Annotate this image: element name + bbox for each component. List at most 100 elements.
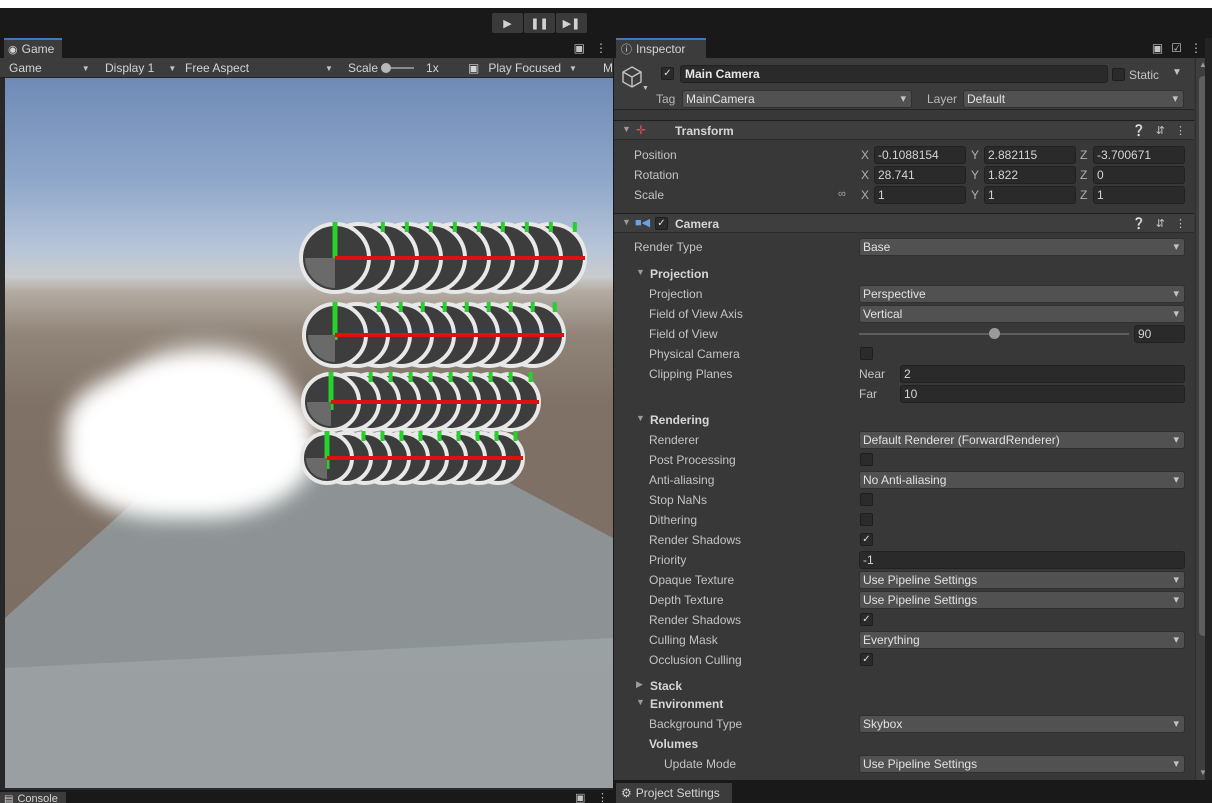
scale-value: 1x (426, 61, 439, 75)
scale-control[interactable]: Scale 1x (348, 58, 439, 78)
scale-x-field[interactable]: 1 (874, 186, 966, 204)
game-panel: ◉ Game ▣ ⋮ Game ▼ Display 1 ▼ Free Aspec… (0, 38, 613, 790)
fov-axis-dropdown[interactable]: Vertical (859, 305, 1185, 323)
tab-project-settings[interactable]: ⚙ Project Settings (616, 783, 732, 803)
presets-icon[interactable]: ⇵ (1156, 217, 1165, 230)
static-dropdown-icon[interactable]: ▼ (1172, 67, 1182, 78)
near-label: Near (859, 367, 886, 381)
top-edge (0, 0, 1212, 8)
rotation-y-field[interactable]: 1.822 (984, 166, 1076, 184)
view-select[interactable]: Game ▼ (9, 58, 90, 78)
projection-section[interactable]: ▼ Projection (614, 264, 1194, 284)
presets-icon[interactable]: ⇵ (1156, 124, 1165, 137)
position-y-field[interactable]: 2.882115 (984, 146, 1076, 164)
kebab-menu-icon[interactable]: ⋮ (597, 791, 608, 803)
static-checkbox[interactable] (1112, 68, 1125, 81)
camera-icon[interactable]: ▣ (574, 41, 585, 55)
render-shadows-checkbox-2[interactable]: ✓ (860, 613, 873, 626)
kebab-menu-icon[interactable]: ⋮ (1190, 41, 1202, 55)
chevron-down-icon[interactable]: ▼ (642, 85, 649, 92)
background-type-dropdown[interactable]: Skybox (859, 715, 1185, 733)
tag-dropdown[interactable]: MainCamera (682, 90, 912, 108)
kebab-menu-icon[interactable]: ⋮ (595, 41, 607, 55)
stack-section[interactable]: ▶ Stack (614, 676, 1194, 696)
fov-field[interactable]: 90 (1134, 325, 1185, 343)
opaque-texture-dropdown[interactable]: Use Pipeline Settings (859, 571, 1185, 589)
occlusion-culling-checkbox[interactable]: ✓ (860, 653, 873, 666)
scale-y-field[interactable]: 1 (984, 186, 1076, 204)
background-type-value: Skybox (863, 717, 903, 731)
kebab-menu-icon[interactable]: ⋮ (1175, 217, 1186, 230)
rendering-section[interactable]: ▼ Rendering (614, 410, 1194, 430)
game-viewport[interactable] (5, 78, 613, 788)
project-settings-tabbar: ⚙ Project Settings (614, 780, 1212, 803)
play-button[interactable]: ▶ (492, 13, 523, 33)
step-button[interactable]: ▶❚ (556, 13, 587, 33)
stop-nans-row: Stop NaNs (614, 490, 1194, 510)
render-shadows-label-2: Render Shadows (649, 613, 742, 627)
position-x-field[interactable]: -0.1088154 (874, 146, 966, 164)
physical-camera-checkbox[interactable] (860, 347, 873, 360)
tab-game[interactable]: ◉ Game (4, 38, 63, 58)
axis-x-label: X (861, 148, 870, 162)
rotation-y-value: 1.822 (988, 168, 1019, 182)
camera-icon[interactable]: ▣ (575, 791, 585, 803)
priority-value: -1 (863, 553, 874, 567)
foldout-arrow-icon[interactable]: ▼ (636, 413, 645, 423)
gear-icon: ⚙ (621, 786, 632, 800)
aspect-select[interactable]: Free Aspect ▼ (185, 58, 333, 78)
priority-field[interactable]: -1 (859, 551, 1185, 569)
fov-slider-knob[interactable] (989, 328, 1000, 339)
position-z-field[interactable]: -3.700671 (1093, 146, 1185, 164)
render-shadows-checkbox[interactable]: ✓ (860, 533, 873, 546)
object-name-field[interactable]: Main Camera (680, 65, 1108, 83)
anti-aliasing-dropdown[interactable]: No Anti-aliasing (859, 471, 1185, 489)
rotation-z-field[interactable]: 0 (1093, 166, 1185, 184)
foldout-arrow-icon[interactable]: ▼ (622, 124, 631, 134)
culling-mask-dropdown[interactable]: Everything (859, 631, 1185, 649)
foldout-arrow-icon[interactable]: ▼ (622, 217, 631, 227)
lock-icon[interactable]: ☑ (1171, 41, 1182, 55)
scale-slider[interactable] (381, 63, 415, 73)
scale-z-field[interactable]: 1 (1093, 186, 1185, 204)
stop-nans-label: Stop NaNs (649, 493, 708, 507)
display-select[interactable]: Display 1 ▼ (105, 58, 176, 78)
pause-button[interactable]: ❚❚ (524, 13, 555, 33)
tab-console[interactable]: ▤ Console (0, 792, 66, 803)
help-icon[interactable]: ❔ (1132, 124, 1146, 137)
scale-slider-knob[interactable] (381, 63, 392, 73)
overflow-label: M (603, 61, 613, 75)
transform-header[interactable]: ▼ ✛ Transform ❔ ⇵ ⋮ (614, 120, 1194, 140)
kebab-menu-icon[interactable]: ⋮ (1175, 124, 1186, 137)
rotation-x-field[interactable]: 28.741 (874, 166, 966, 184)
near-field[interactable]: 2 (900, 365, 1185, 383)
camera-enabled-checkbox[interactable]: ✓ (655, 217, 668, 230)
post-processing-checkbox[interactable] (860, 453, 873, 466)
camera-header[interactable]: ▼ ■◀ ✓ Camera ❔ ⇵ ⋮ (614, 213, 1194, 233)
renderer-dropdown[interactable]: Default Renderer (ForwardRenderer) (859, 431, 1185, 449)
foldout-arrow-icon[interactable]: ▼ (636, 697, 645, 707)
play-focused-select[interactable]: ▣ Play Focused ▼ (468, 58, 577, 78)
help-icon[interactable]: ❔ (1132, 217, 1146, 230)
camera-icon[interactable]: ▣ (1152, 41, 1163, 55)
axis-y-label: Y (971, 148, 980, 162)
constrain-proportions-icon[interactable]: ∞ (838, 188, 846, 200)
render-type-dropdown[interactable]: Base (859, 238, 1185, 256)
stop-nans-checkbox[interactable] (860, 493, 873, 506)
fov-slider[interactable] (859, 328, 1129, 339)
update-mode-dropdown[interactable]: Use Pipeline Settings (859, 755, 1185, 773)
dithering-checkbox[interactable] (860, 513, 873, 526)
far-field[interactable]: 10 (900, 385, 1185, 403)
chevron-down-icon: ▼ (325, 63, 333, 73)
projection-dropdown[interactable]: Perspective (859, 285, 1185, 303)
background-type-label: Background Type (649, 717, 743, 731)
near-value: 2 (904, 367, 911, 381)
environment-section[interactable]: ▼ Environment (614, 694, 1194, 714)
overflow-menu[interactable]: M (603, 58, 613, 78)
active-checkbox[interactable]: ✓ (661, 67, 674, 80)
depth-texture-dropdown[interactable]: Use Pipeline Settings (859, 591, 1185, 609)
tab-inspector[interactable]: ⓘ Inspector (616, 38, 706, 58)
foldout-arrow-icon[interactable]: ▼ (636, 267, 645, 277)
foldout-arrow-right-icon[interactable]: ▶ (636, 679, 643, 690)
layer-dropdown[interactable]: Default (963, 90, 1184, 108)
